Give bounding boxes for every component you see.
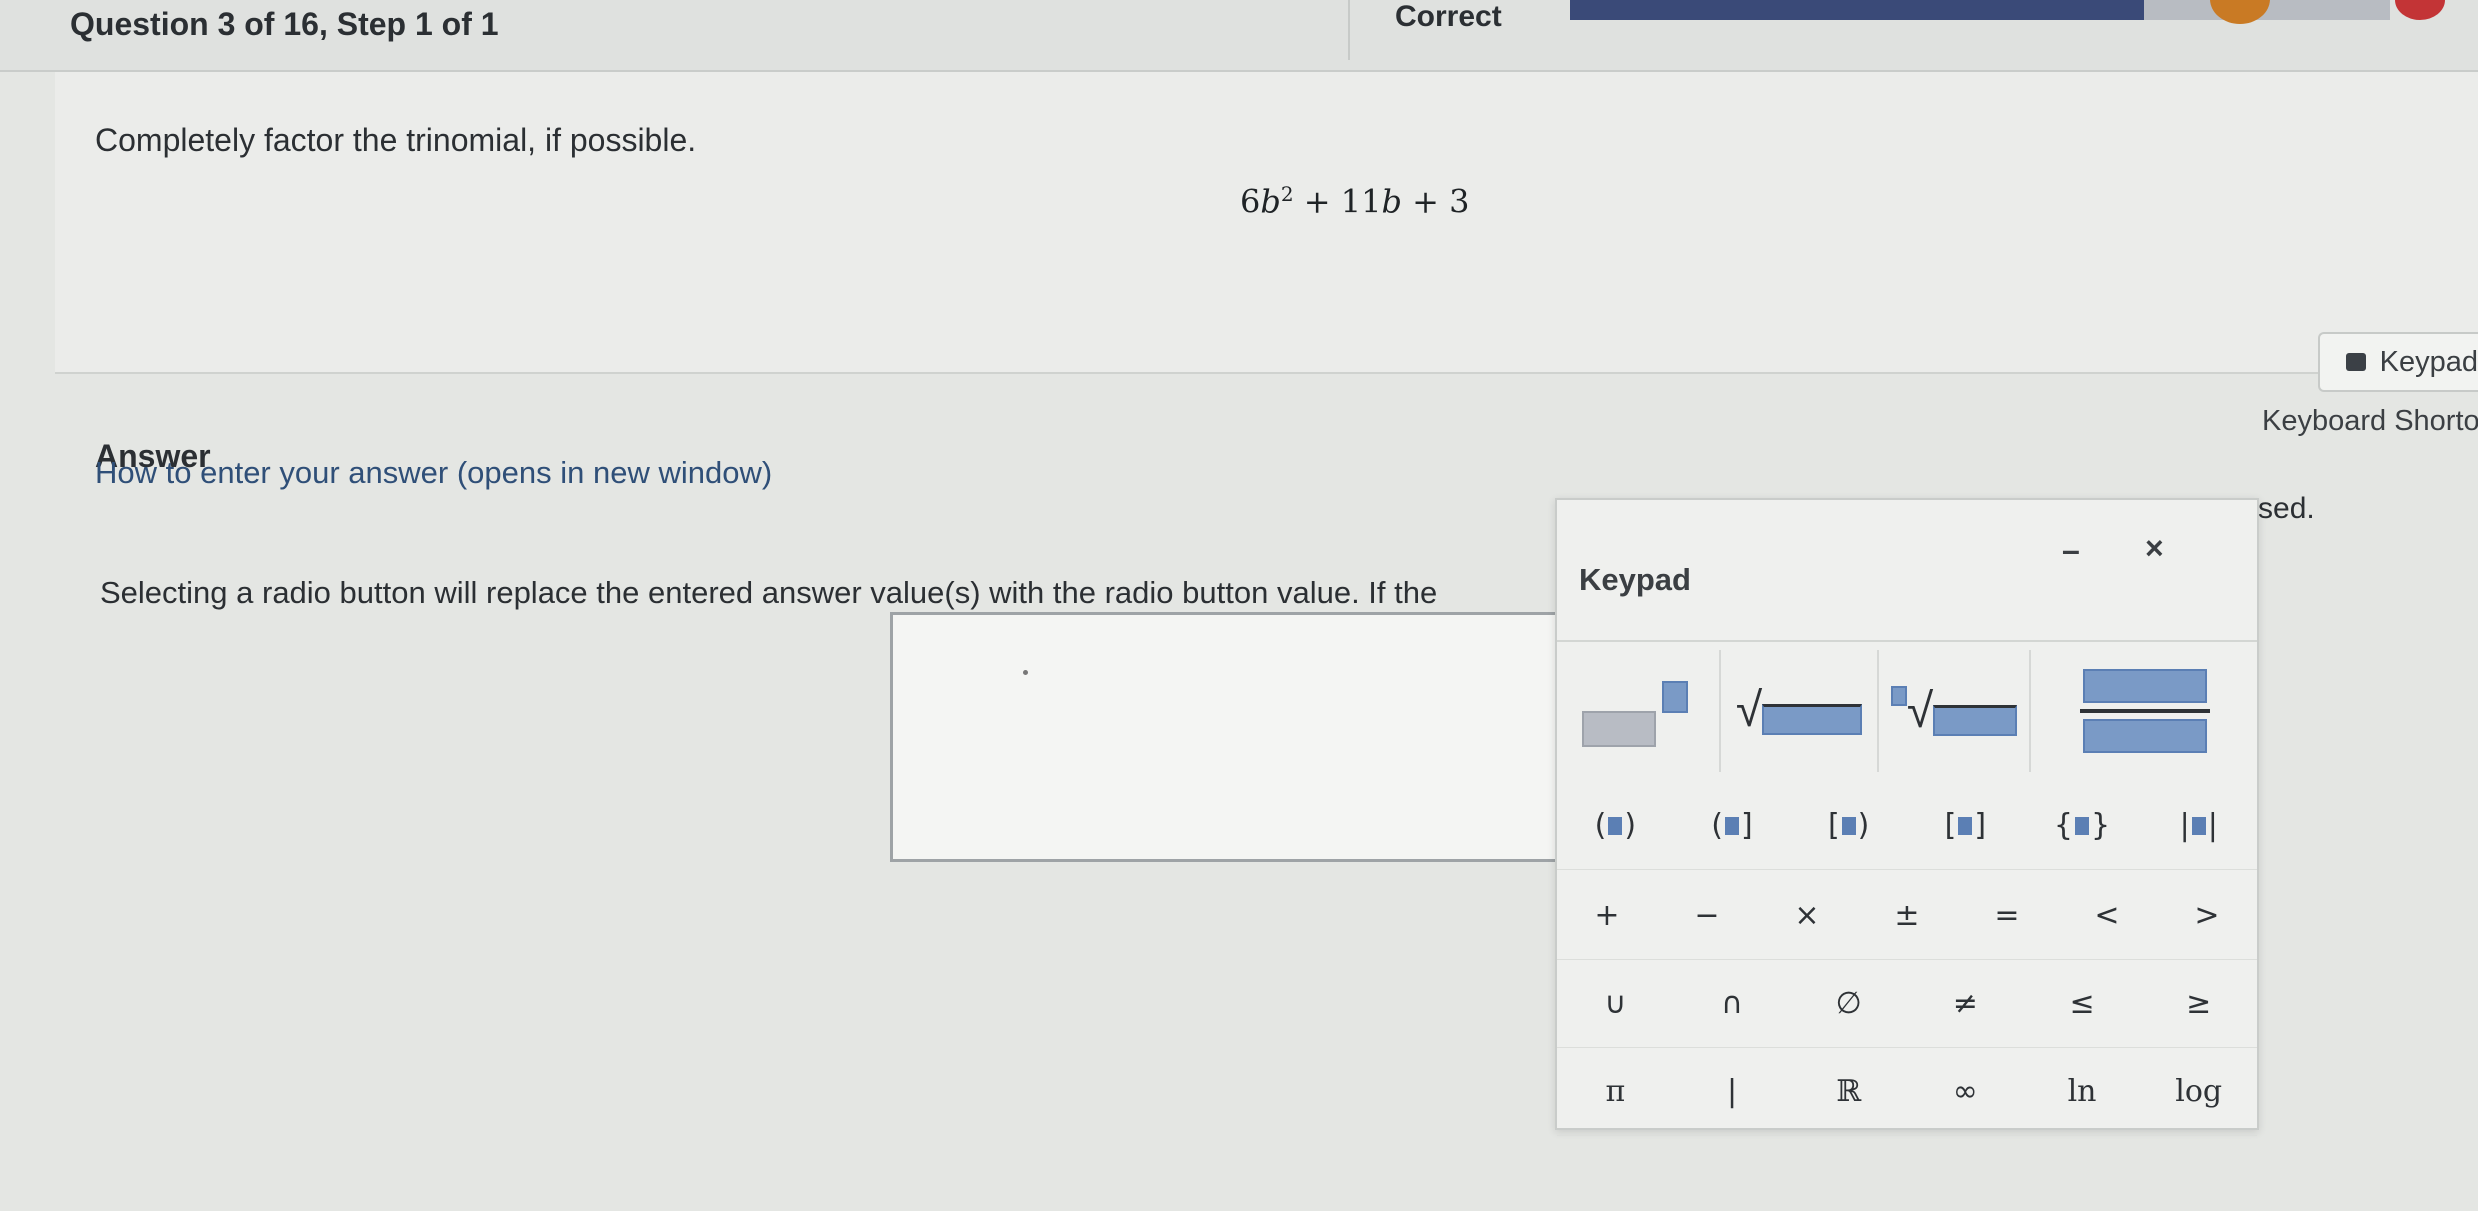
bracket-key[interactable]: []	[1907, 782, 2024, 870]
log-key[interactable]: log	[2140, 1048, 2258, 1136]
nth-root-key[interactable]: √	[1877, 650, 2029, 772]
how-to-link[interactable]: How to enter your answer (opens in new w…	[95, 455, 772, 491]
reals-key[interactable]: ℝ	[1790, 1048, 1908, 1136]
answer-input[interactable]	[890, 612, 1570, 862]
greater-than-key[interactable]: >	[2157, 872, 2257, 960]
exponent-icon	[1582, 671, 1692, 751]
heart-icon[interactable]	[2395, 0, 2445, 20]
plus-minus-key[interactable]: ±	[1857, 872, 1957, 960]
question-instruction: Completely factor the trinomial, if poss…	[95, 122, 697, 158]
keypad-header: Keypad – ×	[1557, 500, 2257, 642]
bracket-paren-key[interactable]: [)	[1790, 782, 1908, 870]
square-root-icon: √	[1736, 687, 1863, 735]
less-equal-key[interactable]: ≤	[2023, 960, 2141, 1048]
operator-row: + − × ± = < >	[1557, 872, 2257, 960]
question-progress: Question 3 of 16, Step 1 of 1	[70, 6, 499, 42]
question-card: Completely factor the trinomial, if poss…	[55, 72, 2478, 374]
text-cursor	[1023, 670, 1028, 675]
minimize-button[interactable]: –	[2062, 532, 2080, 569]
template-row: √ √	[1557, 650, 2257, 772]
times-key[interactable]: ×	[1757, 872, 1857, 960]
radio-note: Selecting a radio button will replace th…	[100, 575, 1438, 610]
nth-root-icon: √	[1890, 686, 2018, 736]
math-expression: 6b2 + 11b + 3	[1240, 182, 1470, 221]
set-row: ∪ ∩ ∅ ≠ ≤ ≥	[1557, 960, 2258, 1048]
paren-bracket-key[interactable]: (]	[1673, 782, 1791, 870]
pi-key[interactable]: π	[1557, 1048, 1674, 1136]
not-equal-key[interactable]: ≠	[1907, 960, 2024, 1048]
absolute-value-key[interactable]: | |	[2140, 782, 2258, 870]
status-label: Correct	[1395, 0, 1502, 33]
bracket-row: () (] [) [] {} | |	[1557, 782, 2258, 870]
plus-key[interactable]: +	[1557, 872, 1657, 960]
brace-key[interactable]: {}	[2023, 782, 2141, 870]
minus-key[interactable]: −	[1657, 872, 1757, 960]
intersection-key[interactable]: ∩	[1673, 960, 1791, 1048]
progress-fill	[1570, 0, 2144, 20]
infinity-key[interactable]: ∞	[1907, 1048, 2024, 1136]
top-bar: Question 3 of 16, Step 1 of 1 Correct	[0, 0, 2478, 72]
keypad-toggle-label: Keypad	[2379, 345, 2478, 378]
empty-set-key[interactable]: ∅	[1790, 960, 1908, 1048]
square-root-key[interactable]: √	[1719, 650, 1877, 772]
less-than-key[interactable]: <	[2057, 872, 2157, 960]
avatar[interactable]	[2210, 0, 2270, 24]
keypad-panel: Keypad – × √ √ () (] [) [] {} | | +…	[1555, 498, 2259, 1136]
close-button[interactable]: ×	[2145, 530, 2164, 567]
greater-equal-key[interactable]: ≥	[2140, 960, 2258, 1048]
union-key[interactable]: ∪	[1557, 960, 1674, 1048]
keypad-title: Keypad	[1579, 562, 1691, 597]
keyboard-shortcuts-link[interactable]: Keyboard Shorto	[2262, 405, 2478, 438]
equals-key[interactable]: =	[1957, 872, 2057, 960]
keypad-toggle-button[interactable]: Keypad	[2318, 332, 2478, 392]
ln-key[interactable]: ln	[2023, 1048, 2141, 1136]
exponent-key[interactable]	[1557, 650, 1717, 772]
fraction-icon	[2080, 669, 2210, 753]
fraction-key[interactable]	[2029, 650, 2259, 772]
keyboard-icon	[2346, 353, 2366, 371]
paren-key[interactable]: ()	[1557, 782, 1674, 870]
divider	[1348, 0, 1350, 60]
constant-row: π | ℝ ∞ ln log	[1557, 1048, 2258, 1136]
such-that-key[interactable]: |	[1673, 1048, 1791, 1136]
